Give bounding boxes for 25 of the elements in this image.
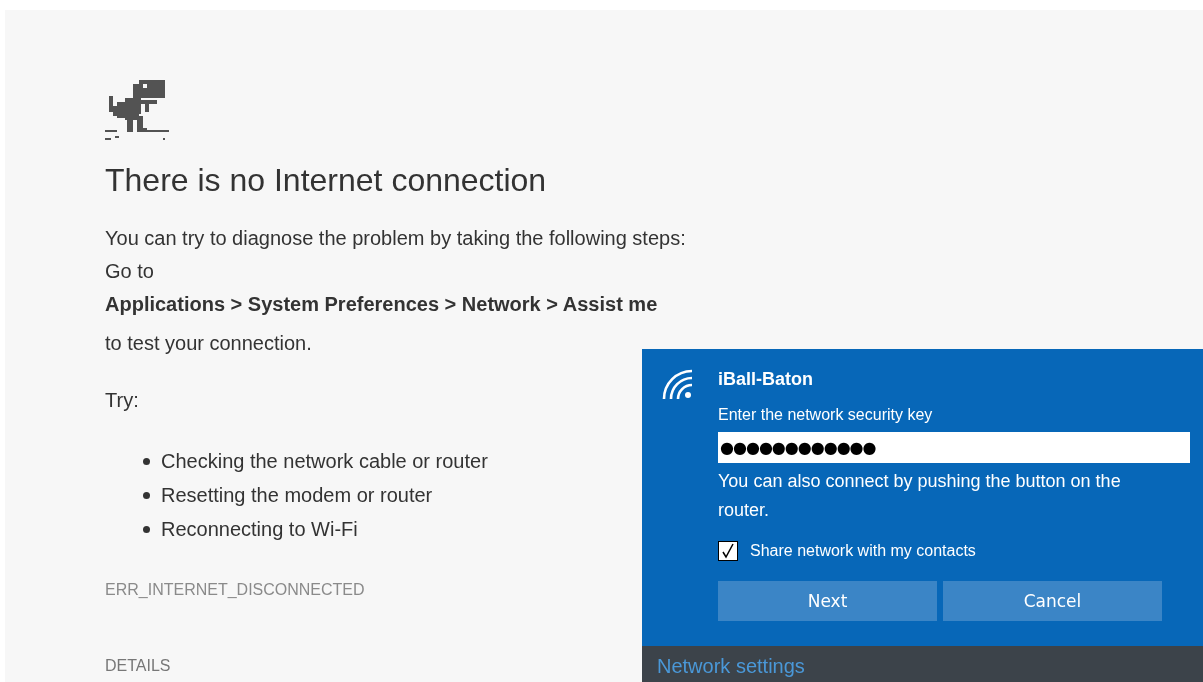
error-heading: There is no Internet connection: [105, 162, 547, 199]
bullet-icon: [143, 458, 150, 465]
hint-text: You can also connect by pushing the button on the router.: [718, 470, 1122, 522]
bullet-icon: [143, 492, 150, 499]
security-key-field[interactable]: ●●●●●●●●●●●●: [718, 432, 1190, 463]
suggestion-text: Resetting the modem or router: [161, 484, 433, 507]
error-code: ERR_INTERNET_DISCONNECTED: [105, 581, 365, 599]
dinosaur-icon: [105, 80, 169, 142]
share-checkbox[interactable]: [718, 541, 738, 561]
suggestion-text: Reconnecting to Wi-Fi: [161, 518, 358, 541]
dialog-button[interactable]: Cancel: [943, 581, 1162, 621]
bullet-icon: [143, 526, 150, 533]
details-button[interactable]: DETAILS: [105, 657, 171, 675]
instruction-text: You can try to diagnose the problem by taking the following steps:: [105, 227, 686, 250]
settings-path: Applications > System Preferences > Network > Assist me: [105, 293, 658, 316]
suggestion-text: Checking the network cable or router: [161, 450, 488, 473]
field-label: Enter the network security key: [718, 406, 934, 424]
checkbox-label: Share network with my contacts: [750, 542, 976, 560]
network-name: iBall-Baton: [718, 369, 814, 390]
instruction-text: Go to: [105, 260, 154, 283]
network-settings-link[interactable]: Network settings: [657, 655, 805, 677]
wifi-icon: [662, 369, 694, 401]
instruction-text: to test your connection.: [105, 332, 312, 355]
try-label: Try:: [105, 389, 139, 412]
dialog-button[interactable]: Next: [718, 581, 937, 621]
